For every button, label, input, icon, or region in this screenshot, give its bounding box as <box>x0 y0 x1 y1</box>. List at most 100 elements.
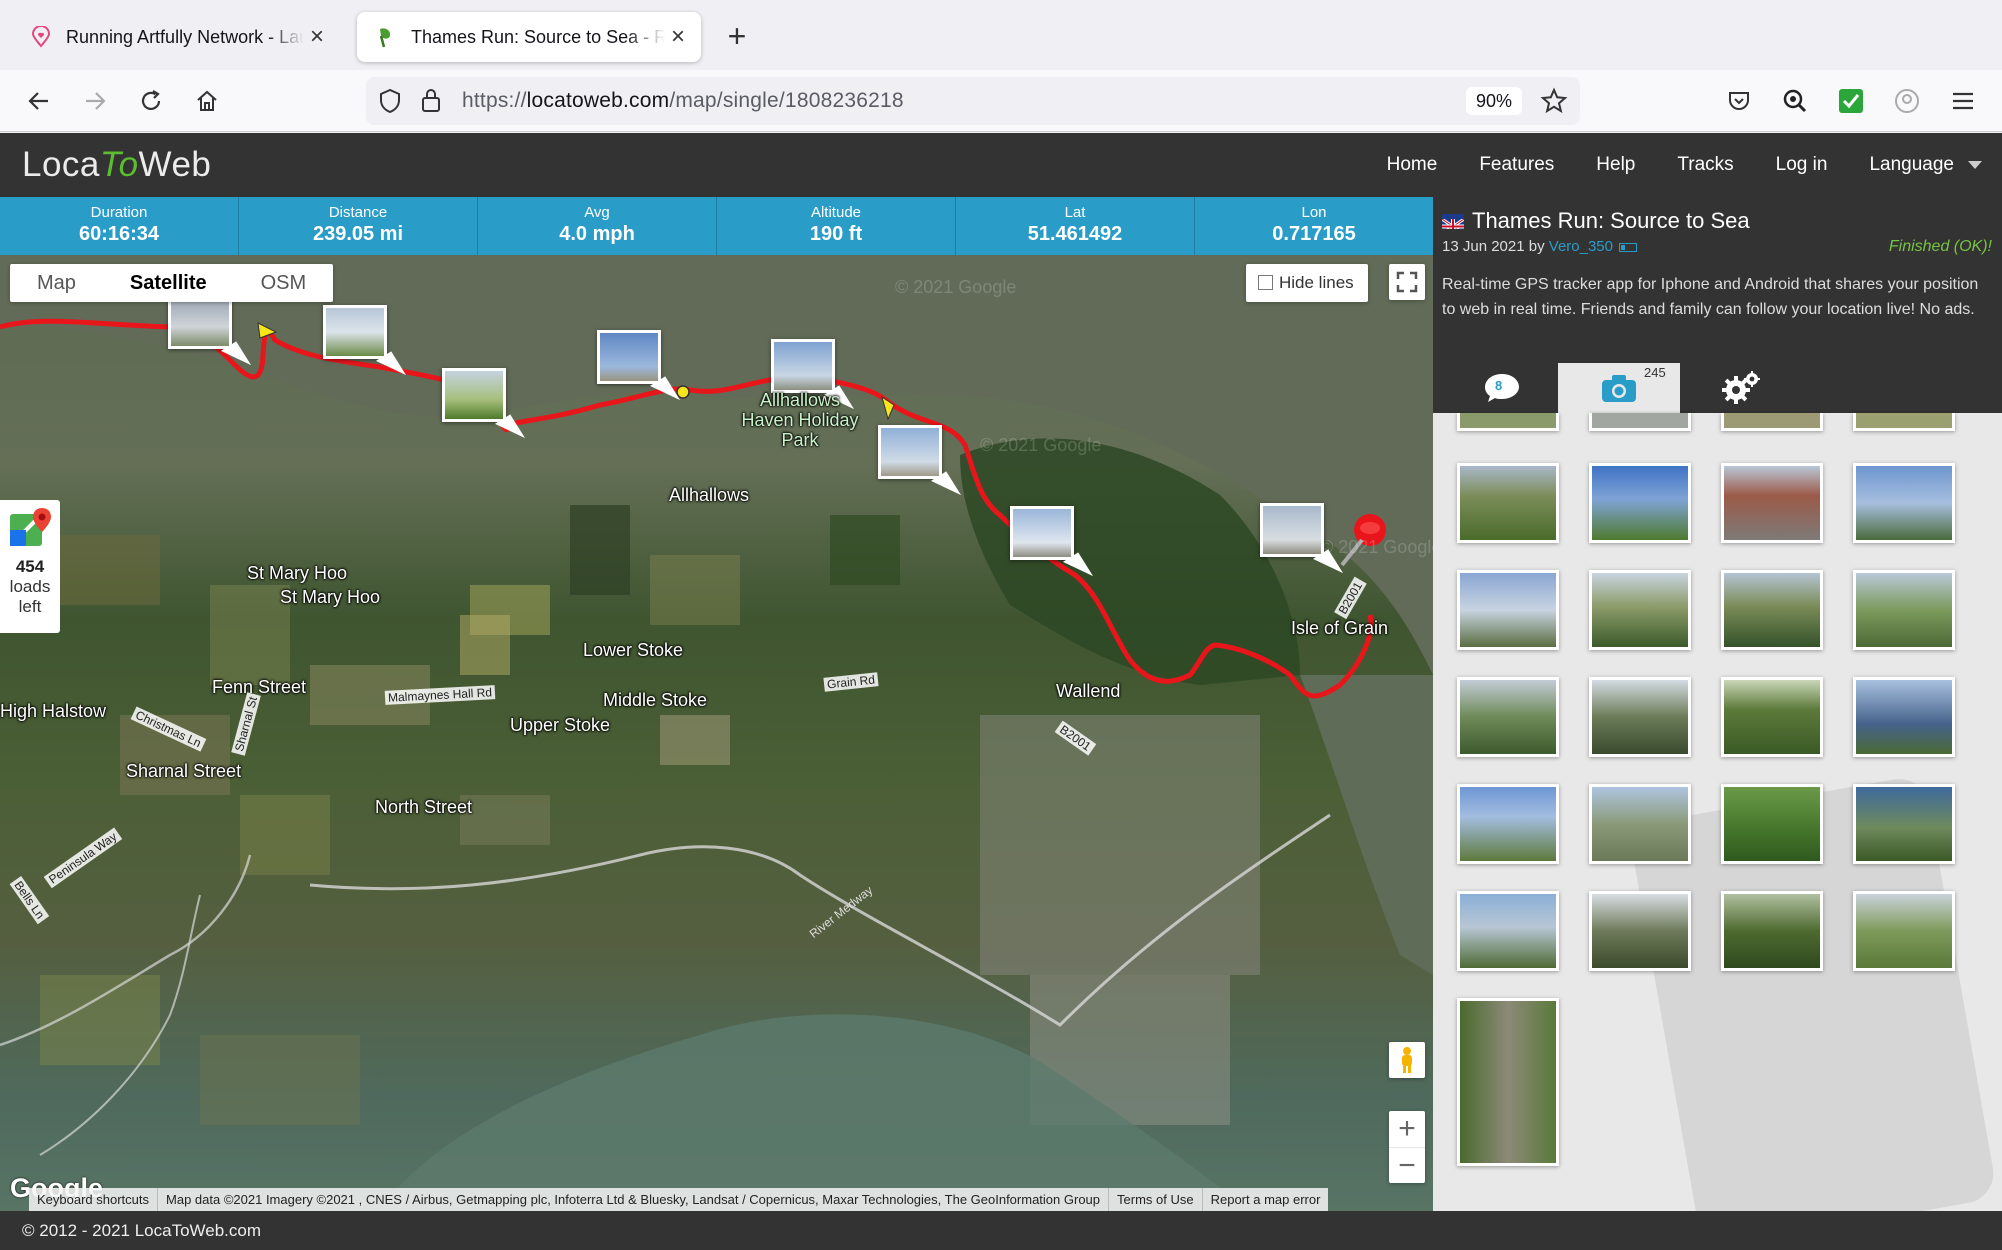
photo-thumbnail[interactable] <box>1589 570 1691 650</box>
photo-thumbnail[interactable] <box>1589 463 1691 543</box>
photo-marker[interactable] <box>323 305 387 359</box>
checkmark-extension-icon[interactable] <box>1834 84 1868 118</box>
photo-thumbnail[interactable] <box>1853 413 1955 431</box>
photo-thumbnail[interactable] <box>1457 891 1559 971</box>
photo-thumbnail[interactable] <box>1721 784 1823 864</box>
browser-tab-bar: Running Artfully Network - Launch × Tham… <box>0 0 2002 70</box>
shield-icon[interactable] <box>378 88 402 119</box>
track-user-link[interactable]: Vero_350 <box>1549 238 1613 255</box>
photo-thumbnail[interactable] <box>1457 998 1559 1166</box>
photo-marker[interactable] <box>1260 503 1324 557</box>
photo-thumbnail[interactable] <box>1853 463 1955 543</box>
url-bar[interactable]: https://locatoweb.com/map/single/1808236… <box>366 77 1580 125</box>
menu-tracks[interactable]: Tracks <box>1677 154 1733 176</box>
track-title-row: Thames Run: Source to Sea <box>1442 208 1750 234</box>
browser-tab-running-artfully[interactable]: Running Artfully Network - Launch × <box>12 12 340 62</box>
locatoweb-logo[interactable]: LocaToWeb <box>22 145 211 185</box>
site-header: LocaToWeb Home Features Help Tracks Log … <box>0 133 2002 197</box>
url-text[interactable]: https://locatoweb.com/map/single/1808236… <box>462 89 904 113</box>
photo-marker[interactable] <box>442 368 506 422</box>
back-arrow-icon[interactable] <box>22 84 56 118</box>
lock-icon[interactable] <box>420 87 442 118</box>
photo-marker[interactable] <box>1010 506 1074 560</box>
track-by: by <box>1528 238 1545 255</box>
hide-lines-toggle[interactable]: Hide lines <box>1246 264 1368 302</box>
menu-help[interactable]: Help <box>1596 154 1635 176</box>
stat-lon: Lon 0.717165 <box>1195 197 1433 255</box>
tab-title: Thames Run: Source to Sea - Real-time <box>411 26 665 47</box>
photo-thumbnail[interactable] <box>1721 891 1823 971</box>
stat-value: 190 ft <box>809 223 863 245</box>
account-icon[interactable] <box>1890 84 1924 118</box>
bookmark-star-icon[interactable] <box>1540 87 1568 120</box>
photo-thumbnail[interactable] <box>1853 570 1955 650</box>
place-middle-stoke: Middle Stoke <box>603 690 708 710</box>
zoom-level[interactable]: 90% <box>1465 87 1522 115</box>
menu-language[interactable]: Language <box>1869 154 1982 176</box>
photo-thumbnail[interactable] <box>1457 677 1559 757</box>
photo-thumbnail[interactable] <box>1721 677 1823 757</box>
photo-thumbnail[interactable] <box>1589 891 1691 971</box>
map-type-map[interactable]: Map <box>10 264 103 302</box>
loads-label: loads <box>9 577 51 596</box>
new-tab-plus-icon[interactable]: + <box>720 20 754 54</box>
photo-thumbnail[interactable] <box>1589 784 1691 864</box>
checkbox[interactable] <box>1258 275 1273 290</box>
map-type-osm[interactable]: OSM <box>234 264 334 302</box>
stat-value: 51.461492 <box>1027 223 1123 245</box>
hide-lines-label: Hide lines <box>1279 273 1354 292</box>
track-header: Thames Run: Source to Sea 13 Jun 2021 by… <box>1433 197 2002 413</box>
track-info-panel: Thames Run: Source to Sea 13 Jun 2021 by… <box>1433 197 2002 1211</box>
tab-title: Running Artfully Network - Launch <box>66 26 304 47</box>
photo-marker[interactable] <box>597 330 661 384</box>
photo-thumbnail[interactable] <box>1457 784 1559 864</box>
photo-thumbnail[interactable] <box>1457 463 1559 543</box>
report-map-error-link[interactable]: Report a map error <box>1201 1188 1329 1211</box>
terms-of-use-link[interactable]: Terms of Use <box>1108 1188 1202 1211</box>
browser-tab-thames-run[interactable]: Thames Run: Source to Sea - Real-time × <box>357 12 701 62</box>
photo-marker[interactable] <box>771 339 835 393</box>
satellite-map[interactable]: © 2021 Google © 2021 Google © 2021 Googl… <box>0 255 1433 1211</box>
photo-thumbnail[interactable] <box>1853 891 1955 971</box>
zoom-in-button[interactable]: + <box>1389 1111 1425 1147</box>
place-st-mary-hoo-2: St Mary Hoo <box>280 587 381 607</box>
map-type-satellite[interactable]: Satellite <box>103 264 234 302</box>
fullscreen-icon[interactable] <box>1389 264 1425 300</box>
street-view-pegman-icon[interactable] <box>1389 1042 1425 1078</box>
language-label: Language <box>1869 154 1954 175</box>
menu-features[interactable]: Features <box>1479 154 1554 176</box>
tab-settings[interactable] <box>1680 363 1802 413</box>
reload-icon[interactable] <box>134 84 168 118</box>
leaf-icon <box>373 24 399 50</box>
forward-arrow-icon[interactable] <box>78 84 112 118</box>
map-attribution: Keyboard shortcuts Map data ©2021 Imager… <box>29 1188 1329 1211</box>
tab-comments[interactable]: 8 <box>1441 363 1563 413</box>
loads-count: 454 <box>15 557 45 576</box>
menu-login[interactable]: Log in <box>1776 154 1828 176</box>
close-icon[interactable]: × <box>665 24 691 50</box>
photo-marker[interactable] <box>878 425 942 479</box>
pocket-icon[interactable] <box>1722 84 1756 118</box>
close-icon[interactable]: × <box>304 24 330 50</box>
zoom-out-button[interactable]: − <box>1389 1147 1425 1183</box>
photo-thumbnail[interactable] <box>1853 784 1955 864</box>
tab-photos[interactable]: 245 <box>1558 363 1680 413</box>
photo-thumbnail[interactable] <box>1589 413 1691 431</box>
privacy-search-icon[interactable] <box>1778 84 1812 118</box>
photo-thumbnail[interactable] <box>1853 677 1955 757</box>
menu-home[interactable]: Home <box>1387 154 1438 176</box>
photo-thumbnail[interactable] <box>1721 413 1823 431</box>
photo-marker[interactable] <box>168 295 232 349</box>
photos-count: 245 <box>1644 365 1666 380</box>
pin-heart-icon <box>28 24 54 50</box>
keyboard-shortcuts-link[interactable]: Keyboard shortcuts <box>29 1188 157 1211</box>
field <box>830 515 900 585</box>
photo-thumbnail[interactable] <box>1589 677 1691 757</box>
home-icon[interactable] <box>190 84 224 118</box>
photo-thumbnail[interactable] <box>1721 570 1823 650</box>
photo-thumbnail[interactable] <box>1457 570 1559 650</box>
photo-thumbnail[interactable] <box>1721 463 1823 543</box>
uk-flag-icon <box>1442 213 1464 229</box>
hamburger-menu-icon[interactable] <box>1946 84 1980 118</box>
photo-thumbnail[interactable] <box>1457 413 1559 431</box>
